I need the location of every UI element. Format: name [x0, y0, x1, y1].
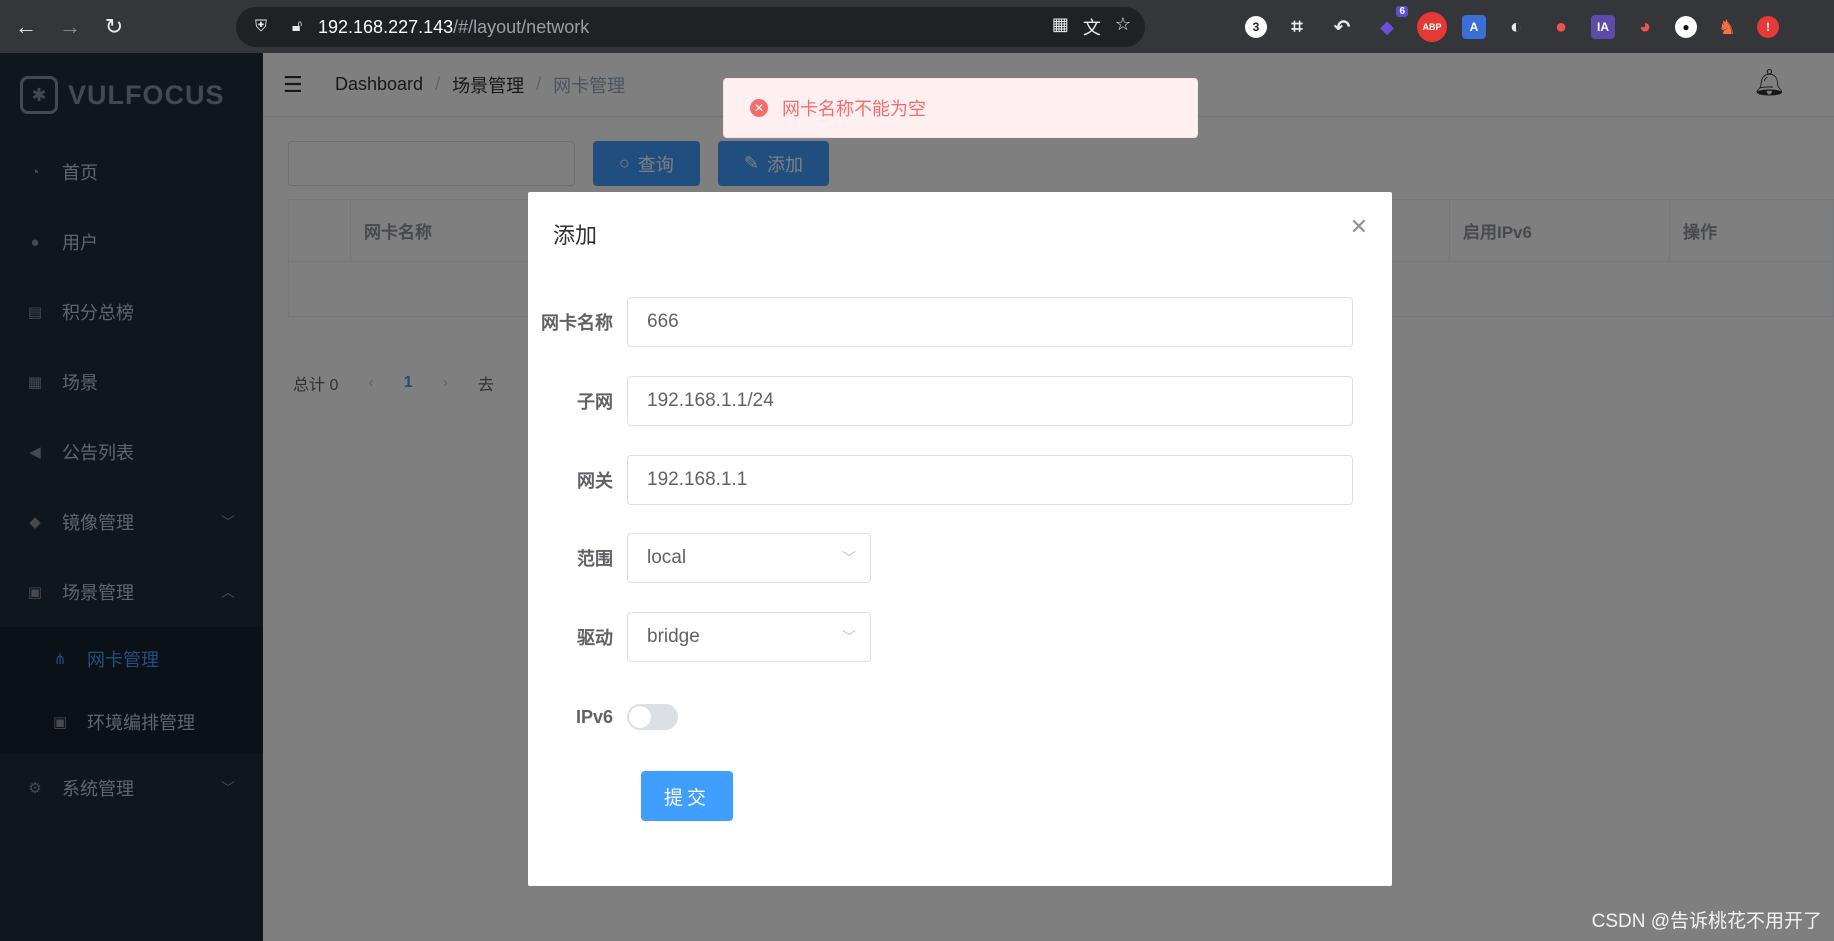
form-label: 子网 — [577, 392, 613, 412]
toggle-knob — [629, 706, 651, 728]
reload-icon[interactable]: ↻ — [96, 9, 132, 45]
lightbulb-icon[interactable]: ◐ — [1501, 12, 1531, 42]
chevron-down-icon: ﹀ — [842, 629, 856, 645]
adblock-icon[interactable]: ABP — [1417, 12, 1447, 42]
driver-select[interactable]: bridge ﹀ — [627, 612, 871, 662]
alert-ext-icon[interactable]: ! — [1757, 16, 1779, 38]
subnet-input[interactable]: 192.168.1.1/24 — [627, 376, 1353, 426]
form-label: 驱动 — [577, 628, 613, 648]
google-translate-icon[interactable]: A — [1462, 15, 1486, 39]
watermark: CSDN @告诉桃花不用开了 — [1591, 911, 1822, 932]
fox-ext-icon[interactable]: ♞ — [1712, 12, 1742, 42]
lock-icon: 🔓︎ — [291, 18, 303, 35]
qr-code-icon[interactable]: ▦ — [1052, 14, 1069, 40]
bookmark-star-icon[interactable]: ☆ — [1115, 14, 1131, 40]
forward-icon[interactable]: → — [52, 9, 88, 45]
error-circle-icon: ✕ — [750, 99, 768, 117]
form-row-driver: 驱动 bridge ﹀ — [528, 612, 871, 662]
form-row-name: 网卡名称 666 — [528, 297, 1353, 347]
address-bar[interactable]: ⛨ 🔓︎ 192.168.227.143/#/layout/network ▦ … — [236, 7, 1145, 47]
form-row-subnet: 子网 192.168.1.1/24 — [528, 376, 1353, 426]
gateway-input[interactable]: 192.168.1.1 — [627, 455, 1353, 505]
scope-select[interactable]: local ﹀ — [627, 533, 871, 583]
pocket-icon[interactable]: ◕ — [1630, 12, 1660, 42]
form-row-scope: 范围 local ﹀ — [528, 533, 871, 583]
form-label: 网卡名称 — [541, 313, 613, 333]
ia-icon[interactable]: IA — [1591, 15, 1615, 39]
undo-icon[interactable]: ↶ — [1327, 12, 1357, 42]
form-label: IPv6 — [575, 706, 613, 727]
driver-select-value: bridge — [647, 626, 700, 647]
error-toast: ✕ 网卡名称不能为空 — [723, 78, 1198, 138]
form-row-gateway: 网关 192.168.1.1 — [528, 455, 1353, 505]
form-row-ipv6: IPv6 — [528, 704, 678, 730]
dialog-title: 添加 — [553, 223, 598, 248]
url-path: /#/layout/network — [453, 16, 590, 37]
close-icon[interactable]: ✕ — [1350, 214, 1368, 240]
url-host: 192.168.227.143 — [318, 16, 454, 37]
ext-badge-count: 6 — [1396, 6, 1408, 17]
ext-counter-icon[interactable]: 3 — [1245, 16, 1267, 38]
shield-icon: ⛨ — [254, 18, 267, 35]
screenshot-icon[interactable]: ● — [1546, 12, 1576, 42]
circle-ext-icon[interactable]: ● — [1675, 16, 1697, 38]
submit-button[interactable]: 提交 — [641, 771, 733, 821]
translate-icon[interactable]: 文 — [1083, 14, 1101, 40]
browser-toolbar: ← → ↻ ⛨ 🔓︎ 192.168.227.143/#/layout/netw… — [0, 0, 1834, 53]
extension-icons: 3 ⌗ ↶ ◆ 6 ABP A ◐ ● IA ◕ ● ♞ ! — [1245, 6, 1779, 42]
network-name-input[interactable]: 666 — [627, 297, 1353, 347]
crop-icon[interactable]: ⌗ — [1282, 12, 1312, 42]
chevron-down-icon: ﹀ — [842, 550, 856, 566]
add-network-dialog: 添加 ✕ 网卡名称 666 子网 192.168.1.1/24 网关 192.1… — [528, 192, 1392, 886]
ipv6-toggle[interactable] — [627, 704, 678, 730]
scope-select-value: local — [647, 547, 687, 568]
toast-message: 网卡名称不能为空 — [782, 99, 926, 119]
ext-badge-icon[interactable]: ◆ 6 — [1372, 6, 1408, 42]
back-icon[interactable]: ← — [8, 9, 44, 45]
form-label: 范围 — [577, 549, 613, 569]
form-label: 网关 — [577, 471, 613, 491]
